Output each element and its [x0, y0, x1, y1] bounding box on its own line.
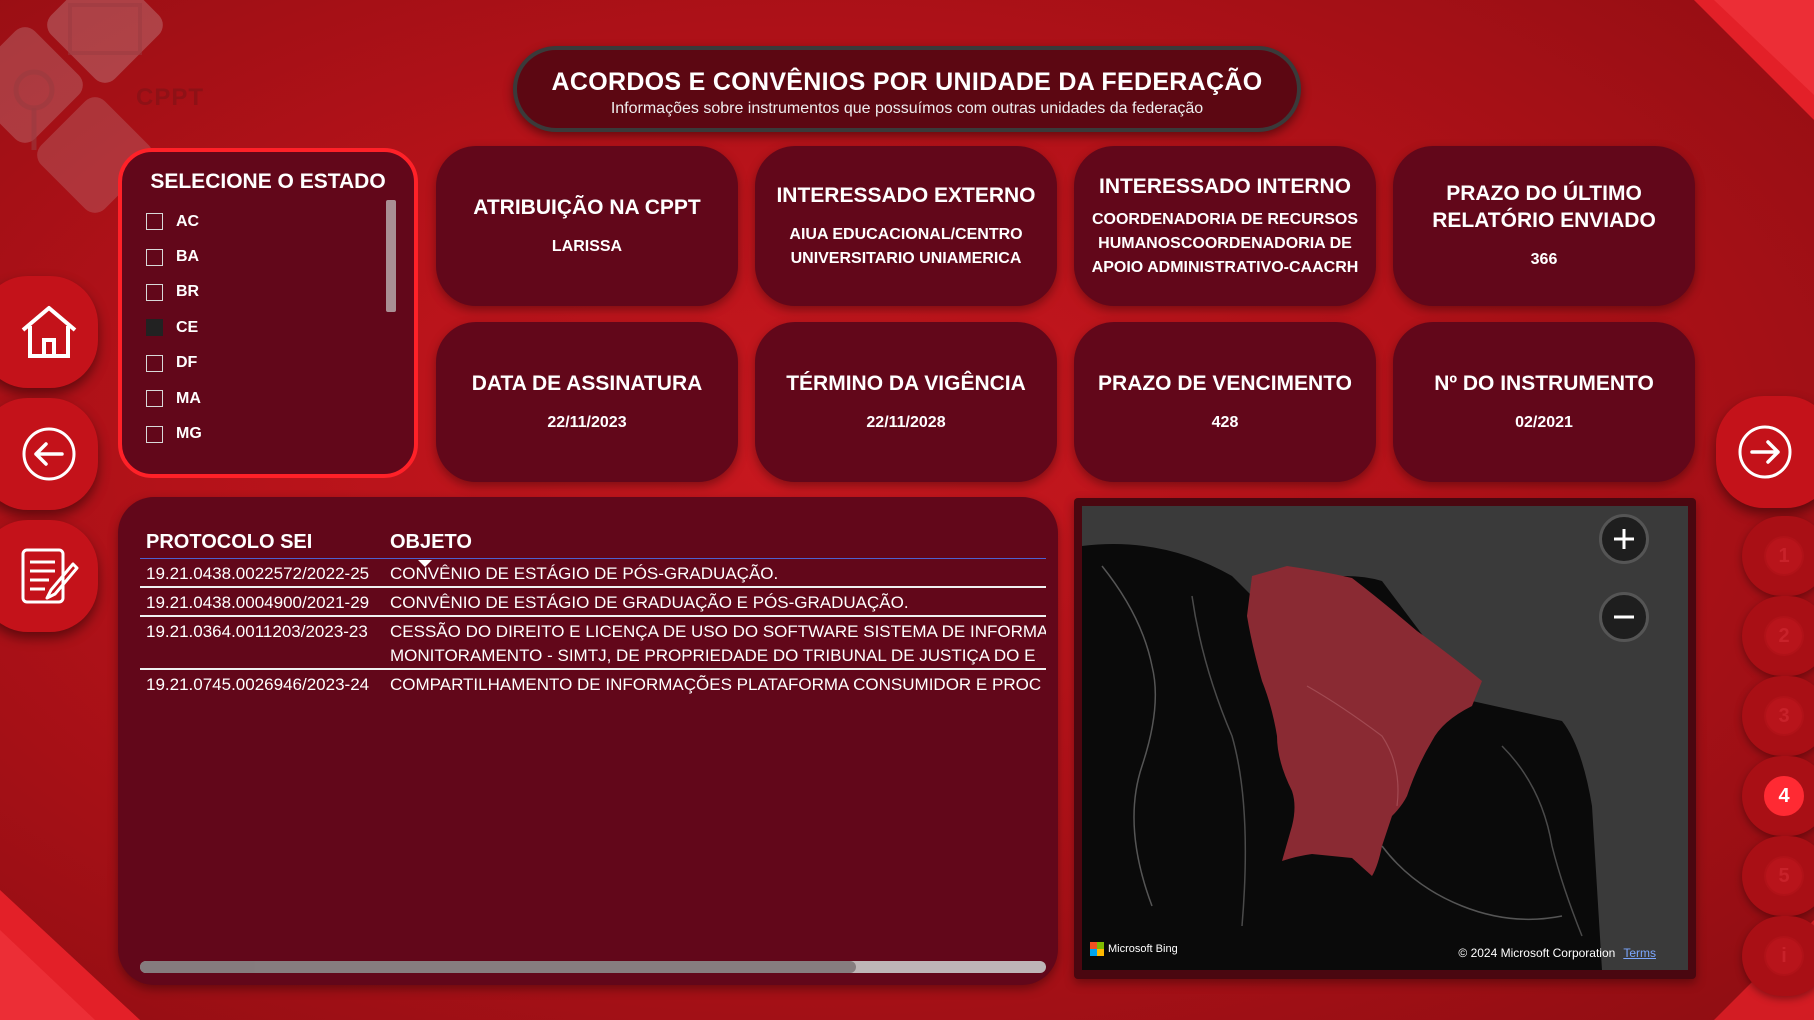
protocol-table-panel: PROTOCOLO SEI OBJETO 19.21.0438.0022572/… — [118, 497, 1058, 985]
table-horizontal-scrollbar[interactable] — [140, 961, 1046, 973]
protocol-table: PROTOCOLO SEI OBJETO 19.21.0438.0022572/… — [140, 517, 1046, 697]
info-button[interactable]: i — [1742, 916, 1814, 996]
slicer-item-df[interactable]: DF — [146, 346, 202, 381]
card-termino-vigencia: TÉRMINO DA VIGÊNCIA 22/11/2028 — [755, 322, 1057, 482]
page-header: ACORDOS E CONVÊNIOS POR UNIDADE DA FEDER… — [513, 46, 1301, 132]
info-icon: i — [1764, 936, 1804, 976]
page-title: ACORDOS E CONVÊNIOS POR UNIDADE DA FEDER… — [551, 68, 1263, 96]
slicer-scrollbar[interactable] — [386, 200, 396, 312]
bing-attribution: Microsoft Bing — [1090, 942, 1178, 956]
decorative-corner-shape — [1694, 0, 1814, 120]
page-button-1[interactable]: 1 — [1742, 516, 1814, 596]
report-canvas: CPPT ACORDOS E CONVÊNIOS POR UNIDADE DA … — [0, 0, 1814, 1020]
zoom-out-button[interactable] — [1599, 592, 1649, 642]
card-data-assinatura: DATA DE ASSINATURA 22/11/2023 — [436, 322, 738, 482]
table-row[interactable]: 19.21.0438.0022572/2022-25 CONVÊNIO DE E… — [140, 559, 1046, 588]
checkbox[interactable] — [146, 213, 163, 231]
page-button-5[interactable]: 5 — [1742, 836, 1814, 916]
arrow-right-icon — [1738, 425, 1792, 479]
map-view[interactable]: Microsoft Bing © 2024 Microsoft Corporat… — [1082, 506, 1688, 970]
page-subtitle: Informações sobre instrumentos que possu… — [610, 100, 1204, 117]
slicer-item-ma[interactable]: MA — [146, 381, 202, 416]
plus-icon — [1614, 529, 1634, 549]
slicer-item-mg[interactable]: MG — [146, 416, 202, 451]
checkbox[interactable] — [146, 354, 163, 372]
page-button-4[interactable]: 4 — [1742, 756, 1814, 836]
sort-descending-icon[interactable] — [418, 560, 432, 567]
checkbox[interactable] — [146, 248, 163, 266]
next-button[interactable] — [1716, 396, 1814, 508]
document-edit-icon — [21, 548, 79, 604]
card-interessado-interno: INTERESSADO INTERNO COORDENADORIA DE REC… — [1074, 146, 1376, 306]
arrow-left-icon — [22, 427, 76, 481]
table-row[interactable]: 19.21.0438.0004900/2021-29 CONVÊNIO DE E… — [140, 588, 1046, 617]
scrollbar-thumb[interactable] — [140, 961, 856, 973]
terms-link[interactable]: Terms — [1623, 946, 1656, 960]
checkbox[interactable] — [146, 283, 163, 301]
home-button[interactable] — [0, 276, 98, 388]
checkbox-checked[interactable] — [146, 319, 163, 337]
cppt-logo: CPPT — [136, 84, 205, 111]
back-button[interactable] — [0, 398, 98, 510]
zoom-in-button[interactable] — [1599, 514, 1649, 564]
map-canvas — [1082, 506, 1688, 970]
table-header: PROTOCOLO SEI OBJETO — [140, 517, 1046, 567]
slicer-item-ce[interactable]: CE — [146, 310, 202, 345]
column-header-protocolo[interactable]: PROTOCOLO SEI — [140, 531, 390, 554]
slicer-list: AC BA BR CE DF MA MG — [146, 204, 202, 452]
page-button-2[interactable]: 2 — [1742, 596, 1814, 676]
slicer-item-ac[interactable]: AC — [146, 204, 202, 239]
slicer-title: SELECIONE O ESTADO — [150, 170, 386, 193]
card-atribuicao: ATRIBUIÇÃO NA CPPT LARISSA — [436, 146, 738, 306]
map-copyright: © 2024 Microsoft Corporation Terms — [1458, 946, 1656, 960]
checkbox[interactable] — [146, 425, 163, 443]
table-row[interactable]: 19.21.0745.0026946/2023-24 COMPARTILHAME… — [140, 670, 1046, 697]
map-panel: Microsoft Bing © 2024 Microsoft Corporat… — [1074, 498, 1696, 979]
card-prazo-vencimento: PRAZO DE VENCIMENTO 428 — [1074, 322, 1376, 482]
minus-icon — [1614, 615, 1634, 619]
card-numero-instrumento: Nº DO INSTRUMENTO 02/2021 — [1393, 322, 1695, 482]
column-header-objeto[interactable]: OBJETO — [390, 531, 1046, 554]
home-icon — [21, 306, 77, 358]
table-row[interactable]: 19.21.0364.0011203/2023-23 CESSÃO DO DIR… — [140, 617, 1046, 670]
checkbox[interactable] — [146, 390, 163, 408]
page-button-3[interactable]: 3 — [1742, 676, 1814, 756]
card-interessado-externo: INTERESSADO EXTERNO AIUA EDUCACIONAL/CEN… — [755, 146, 1057, 306]
slicer-item-br[interactable]: BR — [146, 275, 202, 310]
microsoft-logo-icon — [1090, 942, 1104, 956]
document-button[interactable] — [0, 520, 98, 632]
card-prazo-relatorio: PRAZO DO ÚLTIMO RELATÓRIO ENVIADO 366 — [1393, 146, 1695, 306]
state-slicer: SELECIONE O ESTADO AC BA BR CE DF MA MG — [118, 148, 418, 478]
slicer-item-ba[interactable]: BA — [146, 239, 202, 274]
